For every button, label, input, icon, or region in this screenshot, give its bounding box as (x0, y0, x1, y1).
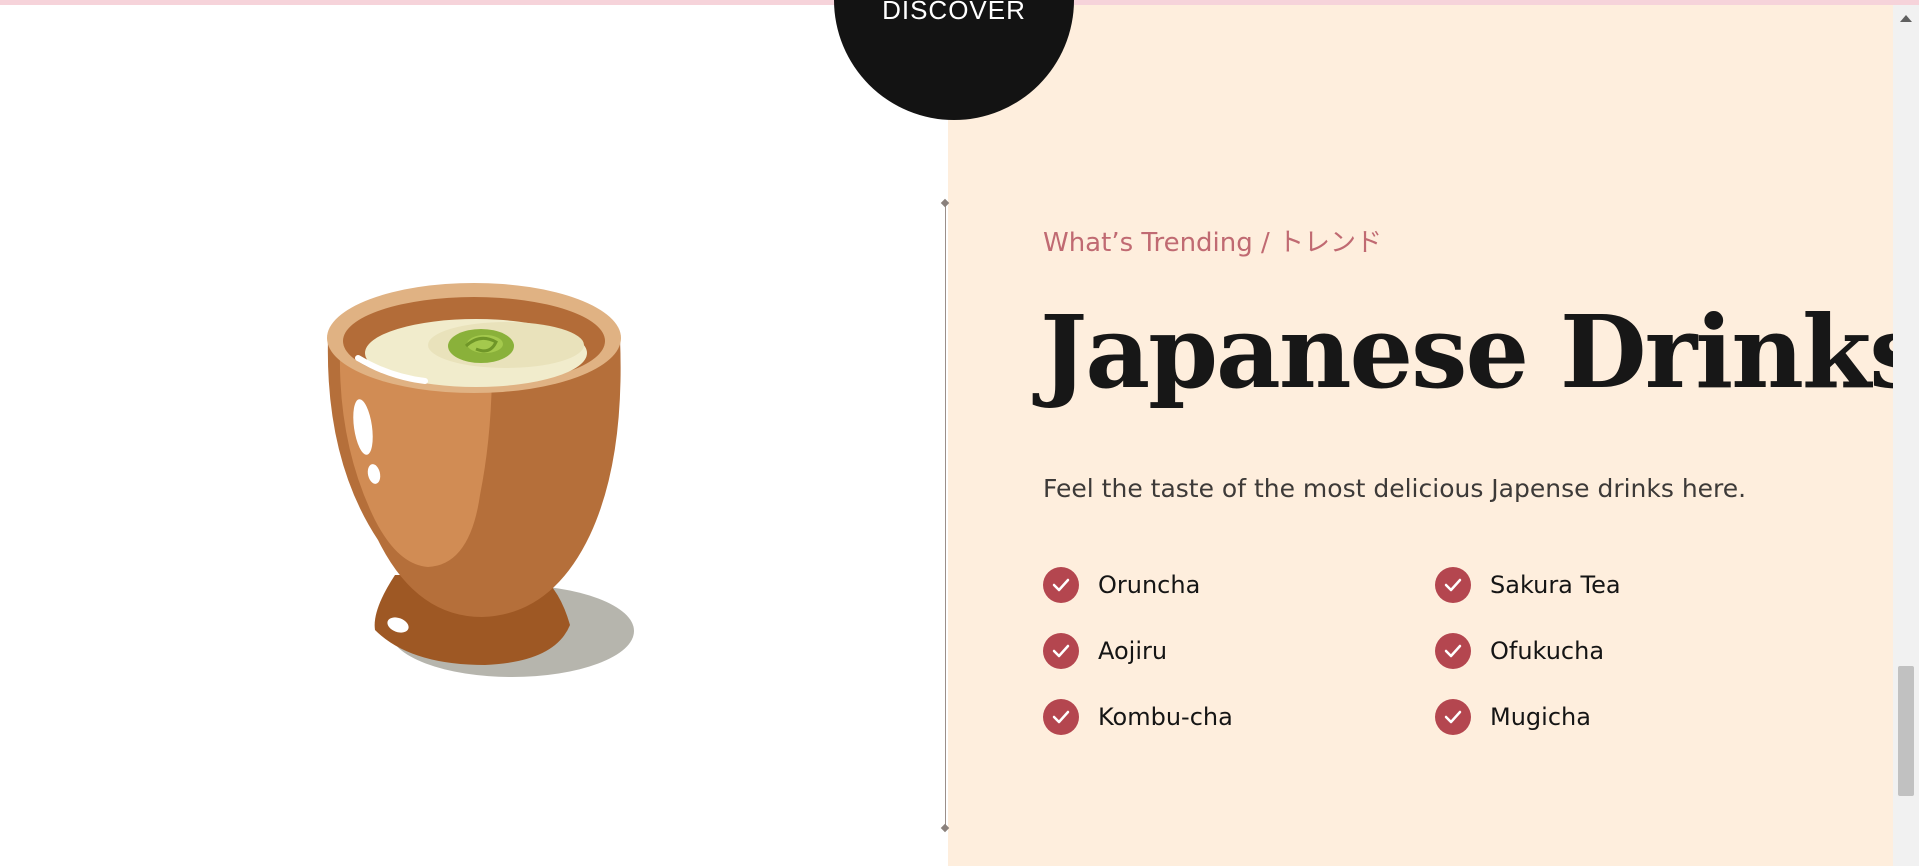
check-icon (1043, 567, 1079, 603)
scrollbar-thumb[interactable] (1898, 666, 1914, 796)
drink-item-ofukucha: Ofukucha (1435, 631, 1604, 671)
scroll-up-icon[interactable] (1900, 15, 1912, 22)
drink-label: Kombu-cha (1098, 703, 1233, 731)
check-icon (1043, 633, 1079, 669)
check-icon (1435, 699, 1471, 735)
drink-label: Sakura Tea (1490, 571, 1621, 599)
drink-label: Oruncha (1098, 571, 1201, 599)
check-icon (1435, 633, 1471, 669)
trending-eyebrow: What’s Trending / トレンド (1043, 228, 1383, 258)
check-icon (1435, 567, 1471, 603)
vertical-scrollbar[interactable] (1893, 5, 1919, 866)
image-panel (0, 5, 948, 866)
drink-item-kombu-cha: Kombu-cha (1043, 697, 1233, 737)
drink-label: Mugicha (1490, 703, 1591, 731)
discover-label: DISCOVER (882, 0, 1026, 25)
drink-item-mugicha: Mugicha (1435, 697, 1591, 737)
tea-cup-icon (327, 283, 634, 677)
drink-item-aojiru: Aojiru (1043, 631, 1167, 671)
drink-item-oruncha: Oruncha (1043, 565, 1200, 605)
drink-label: Ofukucha (1490, 637, 1605, 665)
trending-description: Feel the taste of the most delicious Jap… (1043, 474, 1747, 503)
page-title: Japanese Drinks (1040, 293, 1919, 411)
drink-label: Aojiru (1098, 637, 1168, 665)
section-divider (945, 203, 946, 831)
drink-item-sakura-tea: Sakura Tea (1435, 565, 1621, 605)
check-icon (1043, 699, 1079, 735)
